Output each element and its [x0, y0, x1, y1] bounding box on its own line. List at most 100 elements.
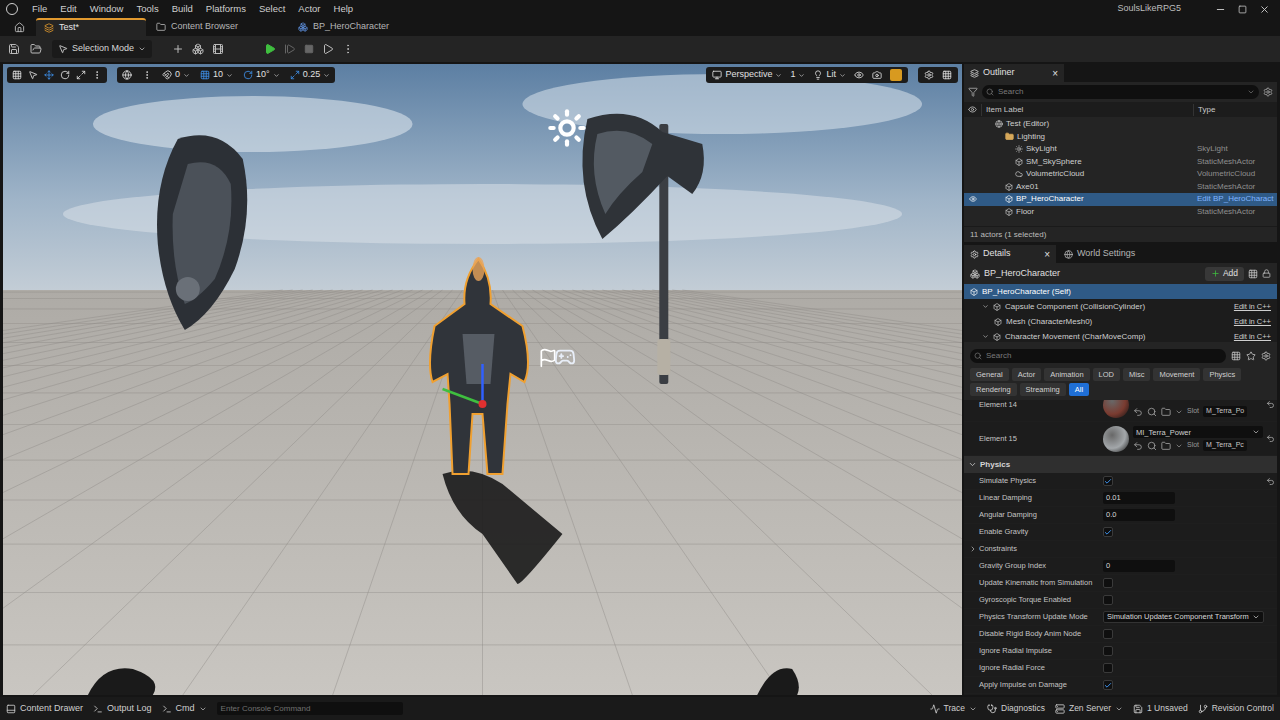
- filter-tab[interactable]: Physics: [1203, 368, 1241, 381]
- play-icon[interactable]: [264, 43, 276, 55]
- stop-icon[interactable]: [304, 44, 314, 54]
- checkbox[interactable]: [1103, 629, 1113, 639]
- use-selected-icon[interactable]: [1133, 441, 1143, 451]
- outliner-row[interactable]: BP_HeroCharacterEdit BP_HeroCharact: [964, 193, 1277, 206]
- material-swatch[interactable]: [1103, 426, 1129, 452]
- cmd-button[interactable]: Cmd: [162, 702, 207, 716]
- outliner-row[interactable]: SM_SkySphereStaticMeshActor: [964, 156, 1277, 169]
- world-settings-tab[interactable]: World Settings: [1056, 245, 1143, 263]
- outliner-row[interactable]: FloorStaticMeshActor: [964, 206, 1277, 219]
- gamepad-icon[interactable]: [554, 346, 576, 368]
- status-item[interactable]: 1 Unsaved: [1133, 702, 1188, 715]
- dropdown-icon[interactable]: [1175, 408, 1183, 416]
- close-tab-button[interactable]: ×: [1044, 247, 1050, 262]
- filter-tab[interactable]: Misc: [1123, 368, 1150, 381]
- outliner-row[interactable]: VolumetricCloudVolumetricCloud: [964, 168, 1277, 181]
- component-row[interactable]: Character Movement (CharMoveComp)Edit in…: [964, 329, 1277, 342]
- expand-icon[interactable]: [982, 333, 989, 340]
- mode-button[interactable]: Selection Mode: [52, 40, 152, 58]
- select-icon[interactable]: [28, 70, 38, 80]
- close-tab-button[interactable]: ×: [1052, 66, 1058, 81]
- filter-tab[interactable]: General: [970, 368, 1009, 381]
- lock-icon[interactable]: [1262, 269, 1271, 278]
- favorites-icon[interactable]: [1246, 351, 1256, 361]
- menu-item[interactable]: Select: [259, 2, 285, 16]
- view-mode-button[interactable]: Perspective: [712, 68, 782, 82]
- filter-tab[interactable]: Actor: [1012, 368, 1042, 381]
- checkbox[interactable]: [1103, 578, 1113, 588]
- settings-icon[interactable]: [1263, 87, 1273, 97]
- checkbox[interactable]: [1103, 476, 1113, 486]
- checkbox[interactable]: [1103, 646, 1113, 656]
- folder-icon[interactable]: [1161, 407, 1171, 417]
- settings-icon[interactable]: [1261, 351, 1271, 361]
- maximize-icon[interactable]: [1238, 5, 1247, 14]
- document-tab[interactable]: BP_HeroCharacter: [290, 18, 430, 36]
- player-start-icon[interactable]: [538, 348, 558, 368]
- rotate-icon[interactable]: [60, 70, 70, 80]
- add-button[interactable]: Add: [1205, 267, 1244, 281]
- blueprint-icon[interactable]: [192, 43, 204, 55]
- status-item[interactable]: Zen Server: [1055, 702, 1123, 715]
- home-icon[interactable]: [14, 22, 25, 33]
- filter-tab[interactable]: Movement: [1153, 368, 1200, 381]
- viewport[interactable]: 01010°0.25Perspective1Lit: [3, 64, 962, 695]
- outliner-row[interactable]: SkyLightSkyLight: [964, 143, 1277, 156]
- layout-icon[interactable]: [942, 70, 952, 80]
- launch-icon[interactable]: [322, 43, 334, 55]
- unreal-logo-icon[interactable]: [6, 3, 18, 15]
- status-item[interactable]: Diagnostics: [987, 702, 1045, 715]
- more-icon[interactable]: [142, 70, 152, 80]
- snap-setting[interactable]: 10°: [243, 68, 280, 82]
- document-tab[interactable]: Test*: [36, 18, 146, 36]
- menu-item[interactable]: Tools: [136, 2, 158, 16]
- details-tab[interactable]: Details×: [964, 245, 1056, 263]
- move-icon[interactable]: [44, 70, 54, 80]
- menu-item[interactable]: Platforms: [206, 2, 246, 16]
- status-item[interactable]: Trace: [930, 702, 977, 715]
- checkbox[interactable]: [1103, 663, 1113, 673]
- section-header[interactable]: Physics: [964, 456, 1277, 473]
- scale-icon[interactable]: [76, 70, 86, 80]
- filter-tab[interactable]: All: [1069, 383, 1089, 396]
- snap-setting[interactable]: 0: [162, 68, 190, 82]
- filter-icon[interactable]: [968, 87, 978, 97]
- browse-icon[interactable]: [30, 43, 42, 55]
- filter-tab[interactable]: Streaming: [1020, 383, 1066, 396]
- number-field[interactable]: 0.01: [1103, 492, 1175, 504]
- settings-icon[interactable]: [924, 70, 934, 80]
- expand-icon[interactable]: [982, 303, 989, 310]
- edit-in-cpp-link[interactable]: Edit in C++: [1234, 301, 1271, 312]
- menu-item[interactable]: File: [32, 2, 47, 16]
- menu-item[interactable]: Help: [334, 2, 354, 16]
- snap-setting[interactable]: 10: [200, 68, 233, 82]
- dropdown-icon[interactable]: [1175, 442, 1183, 450]
- checkbox[interactable]: [1103, 527, 1113, 537]
- outliner-row[interactable]: Test (Editor): [964, 118, 1277, 131]
- edit-in-cpp-link[interactable]: Edit in C++: [1234, 316, 1271, 327]
- light-icon[interactable]: [547, 108, 587, 148]
- outliner-row[interactable]: Lighting: [964, 131, 1277, 144]
- details-search[interactable]: Search: [970, 349, 1226, 363]
- filter-tab[interactable]: Animation: [1044, 368, 1089, 381]
- status-item[interactable]: Revision Control: [1198, 702, 1274, 715]
- cinematics-icon[interactable]: [212, 43, 224, 55]
- component-row[interactable]: Mesh (CharacterMesh0)Edit in C++: [964, 314, 1277, 329]
- step-icon[interactable]: [284, 43, 296, 55]
- menu-item[interactable]: Edit: [60, 2, 76, 16]
- folder-icon[interactable]: [1161, 441, 1171, 451]
- menu-item[interactable]: Build: [172, 2, 193, 16]
- menu-item[interactable]: Window: [90, 2, 124, 16]
- close-icon[interactable]: [1259, 4, 1270, 15]
- reset-icon[interactable]: [1266, 477, 1275, 486]
- component-row[interactable]: Capsule Component (CollisionCylinder)Edi…: [964, 299, 1277, 314]
- console-input[interactable]: Enter Console Command: [217, 702, 403, 715]
- content-drawer-button[interactable]: Content Drawer: [6, 702, 83, 716]
- outliner-tab[interactable]: Outliner×: [964, 64, 1064, 82]
- property-matrix-icon[interactable]: [1231, 351, 1241, 361]
- edit-in-cpp-link[interactable]: Edit in C++: [1234, 331, 1271, 342]
- menu-icon[interactable]: [12, 70, 22, 80]
- save-icon[interactable]: [8, 43, 20, 55]
- material-swatch[interactable]: [1103, 400, 1129, 418]
- viewport-count-button[interactable]: 1: [790, 68, 805, 82]
